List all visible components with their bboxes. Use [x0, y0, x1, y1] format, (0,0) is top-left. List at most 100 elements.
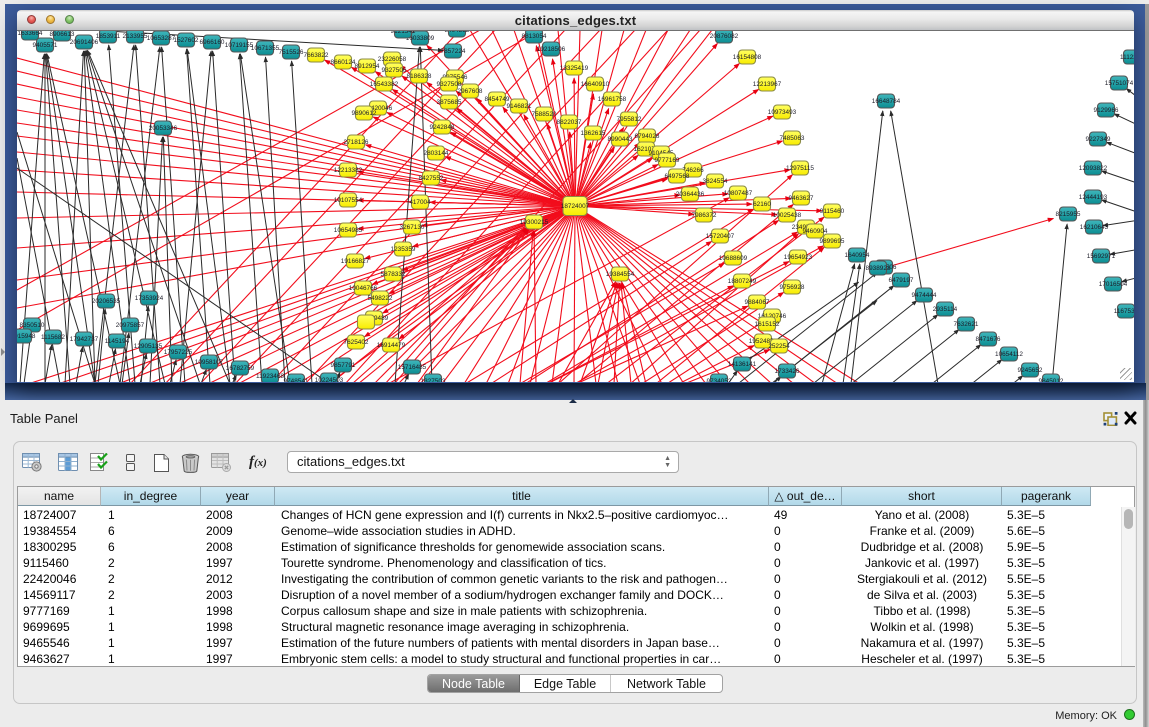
svg-text:7588520: 7588520	[532, 111, 557, 118]
svg-text:9460904: 9460904	[803, 228, 828, 235]
svg-text:9121341: 9121341	[391, 31, 416, 35]
svg-text:7485063: 7485063	[780, 135, 805, 142]
svg-text:9748541: 9748541	[284, 378, 309, 382]
svg-text:2803144: 2803144	[424, 150, 449, 157]
svg-text:8660124: 8660124	[331, 59, 356, 66]
svg-text:3875685: 3875685	[437, 99, 462, 106]
svg-text:7632621: 7632621	[954, 321, 979, 328]
svg-text:8938923: 8938923	[866, 265, 891, 272]
svg-text:1640954: 1640954	[845, 252, 870, 259]
svg-text:10807487: 10807487	[724, 190, 753, 197]
svg-text:16154808: 16154808	[733, 54, 762, 61]
svg-text:16640910: 16640910	[581, 81, 610, 88]
svg-text:8215955: 8215955	[1056, 211, 1081, 218]
svg-text:8350510: 8350510	[20, 322, 45, 329]
svg-text:19384554: 19384554	[606, 271, 635, 278]
svg-text:10688609: 10688609	[719, 255, 748, 262]
svg-text:252254: 252254	[768, 343, 790, 350]
svg-text:17016504: 17016504	[1099, 281, 1128, 288]
svg-text:15716485: 15716485	[398, 364, 427, 371]
svg-text:9734052: 9734052	[707, 378, 732, 382]
svg-text:9474444: 9474444	[912, 292, 937, 299]
svg-text:8906613: 8906613	[50, 31, 75, 38]
svg-text:16782759: 16782759	[226, 365, 255, 372]
svg-text:9756928: 9756928	[780, 284, 805, 291]
svg-text:10224503: 10224503	[315, 377, 344, 382]
svg-text:8454749: 8454749	[485, 96, 510, 103]
svg-text:8990443: 8990443	[608, 136, 633, 143]
svg-text:9463627: 9463627	[789, 195, 814, 202]
svg-text:14136141: 14136141	[728, 361, 757, 368]
svg-text:15692971: 15692971	[1087, 253, 1116, 260]
svg-text:1527602: 1527602	[174, 37, 199, 44]
svg-text:23226058: 23226058	[378, 56, 407, 63]
svg-text:9129966: 9129966	[1094, 107, 1119, 114]
svg-text:1235359: 1235359	[391, 246, 416, 253]
svg-text:8822037: 8822037	[557, 119, 582, 126]
svg-text:3267130: 3267130	[400, 224, 425, 231]
svg-text:9857791: 9857791	[331, 362, 356, 369]
svg-text:1733426: 1733426	[775, 368, 800, 375]
svg-text:16543382: 16543382	[370, 81, 399, 88]
svg-text:1327503: 1327503	[421, 378, 446, 382]
svg-text:18807249: 18807249	[728, 278, 757, 285]
svg-text:7857224: 7857224	[441, 48, 466, 55]
svg-text:1145194: 1145194	[105, 338, 130, 345]
svg-text:9890612: 9890612	[352, 110, 377, 117]
svg-text:20876082: 20876082	[710, 33, 739, 40]
svg-text:9327508: 9327508	[437, 81, 462, 88]
svg-text:10653287: 10653287	[147, 35, 176, 42]
svg-text:1167533: 1167533	[1114, 308, 1134, 315]
svg-text:19300215: 19300215	[520, 219, 549, 226]
svg-text:7955812: 7955812	[617, 116, 642, 123]
svg-text:7986372: 7986372	[692, 212, 717, 219]
svg-text:10654112: 10654112	[995, 351, 1023, 358]
svg-text:10719155: 10719155	[225, 42, 254, 49]
svg-text:12905135: 12905135	[134, 343, 163, 350]
svg-text:9884067: 9884067	[745, 299, 770, 306]
svg-text:16961758: 16961758	[598, 96, 627, 103]
svg-text:17353924: 17353924	[135, 295, 164, 302]
svg-text:16210643: 16210643	[1080, 224, 1109, 231]
svg-text:5498222: 5498222	[368, 295, 393, 302]
svg-text:19166827: 19166827	[341, 258, 370, 265]
svg-text:8494252: 8494252	[445, 31, 470, 34]
svg-text:7625402: 7625402	[344, 339, 369, 346]
svg-text:9405571: 9405571	[33, 42, 58, 49]
svg-text:62160: 62160	[753, 201, 771, 208]
svg-text:16648784: 16648784	[872, 98, 901, 105]
svg-text:12444193: 12444193	[1079, 194, 1108, 201]
svg-text:20206535: 20206535	[92, 298, 121, 305]
svg-text:6497568: 6497568	[665, 173, 690, 180]
svg-text:2133955: 2133955	[123, 33, 148, 40]
svg-text:12213382: 12213382	[334, 167, 363, 174]
svg-text:20975857: 20975857	[116, 322, 145, 329]
svg-text:16914479: 16914479	[377, 342, 406, 349]
svg-text:9146821: 9146821	[507, 103, 532, 110]
svg-text:6794028: 6794028	[635, 133, 660, 140]
svg-text:7663822: 7663822	[304, 52, 329, 59]
svg-text:17942737: 17942737	[70, 336, 99, 343]
svg-text:9227349: 9227349	[1086, 136, 1111, 143]
svg-text:13325419: 13325419	[560, 65, 589, 72]
svg-text:20053346: 20053346	[149, 125, 178, 132]
svg-text:10107554: 10107554	[334, 197, 363, 204]
svg-text:12975115: 12975115	[786, 165, 814, 172]
svg-text:18724007: 18724007	[561, 203, 590, 210]
svg-text:19218506: 19218506	[537, 46, 566, 53]
svg-text:17957225: 17957225	[164, 349, 193, 356]
svg-text:1853911: 1853911	[96, 33, 121, 40]
svg-text:2718126: 2718126	[344, 139, 369, 146]
svg-text:3915948: 3915948	[17, 333, 36, 340]
svg-text:9242848: 9242848	[430, 124, 455, 131]
svg-text:9777169: 9777169	[655, 157, 680, 164]
svg-text:9245652: 9245652	[1018, 367, 1043, 374]
svg-text:15751074: 15751074	[1105, 80, 1134, 87]
svg-text:1112276: 1112276	[1120, 54, 1134, 61]
svg-text:15720407: 15720407	[706, 233, 735, 240]
svg-text:9845012: 9845012	[1039, 378, 1064, 382]
svg-text:3824554: 3824554	[703, 178, 728, 185]
svg-text:8813054: 8813054	[522, 33, 547, 40]
svg-text:417004: 417004	[409, 199, 431, 206]
svg-text:10654985: 10654985	[334, 227, 363, 234]
